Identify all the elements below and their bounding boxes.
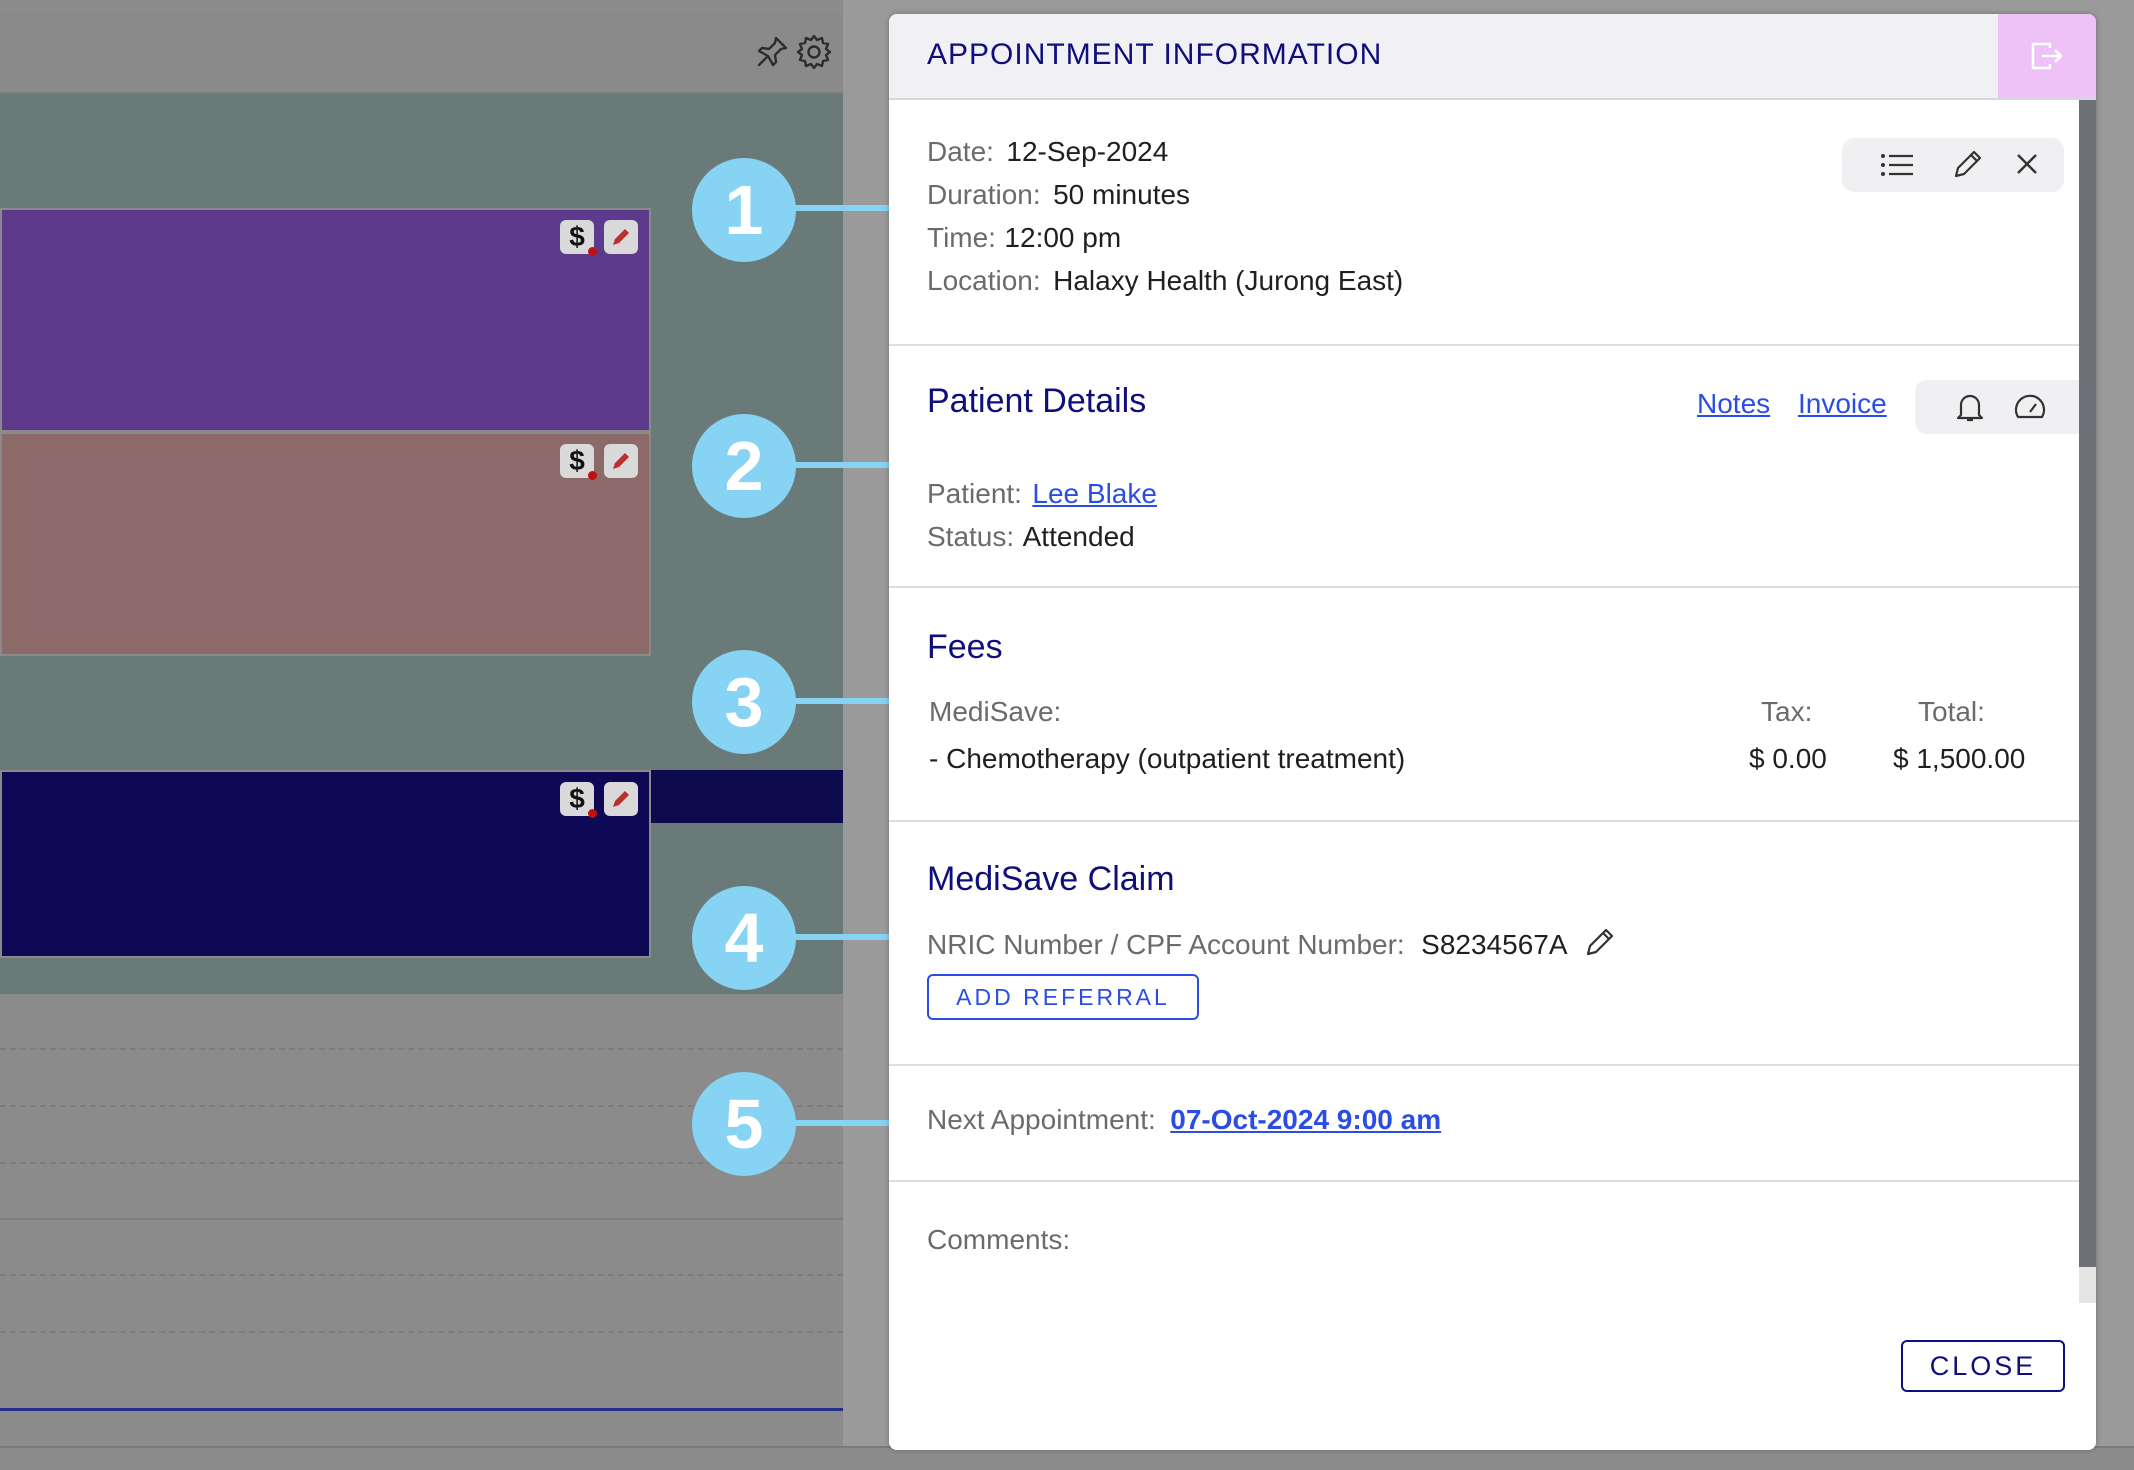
pencil-icon[interactable] [604,782,638,816]
close-icon[interactable] [2014,151,2040,182]
status-label: Status: [927,521,1015,552]
dollar-icon[interactable]: $ [560,220,597,256]
next-appointment-link[interactable]: 07-Oct-2024 9:00 am [1170,1104,1441,1135]
fee-item-name: - Chemotherapy (outpatient treatment) [929,743,1406,774]
patient-details-section: Patient Details Notes Invoice Patient: L… [889,344,2079,588]
fund-label: MediSave: [929,696,1062,727]
notes-link[interactable]: Notes [1697,388,1770,420]
pencil-icon[interactable] [604,220,638,254]
location-value: Halaxy Health (Jurong East) [1053,265,1404,296]
location-label: Location: [927,265,1041,296]
patient-row: Patient: Lee Blake [927,478,1157,510]
date-value: 12-Sep-2024 [1006,136,1169,167]
appointment-details-section: Date: 12-Sep-2024 Duration: 50 minutes T… [889,100,2079,346]
callout-1: 1 [692,158,796,262]
dollar-icon[interactable]: $ [560,444,597,480]
time-value: 12:00 pm [1004,222,1122,253]
total-header: Total: [1918,696,1985,727]
comments-label: Comments: [927,1224,1071,1255]
close-button[interactable]: CLOSE [1901,1340,2065,1392]
gear-icon[interactable] [794,32,834,72]
patient-toolbar [1915,380,2079,434]
callout-connector [795,1120,890,1126]
time-row: Time: 12:00 pm [927,222,1121,254]
dialog-header: APPOINTMENT INFORMATION [889,14,2096,100]
hour-divider [0,1218,843,1220]
invoice-link[interactable]: Invoice [1798,388,1887,420]
scrollbar-thumb[interactable] [2079,100,2096,1275]
callout-connector [795,205,890,211]
next-appointment-row: Next Appointment: 07-Oct-2024 9:00 am [927,1104,1441,1136]
slot-divider [0,1274,843,1276]
patient-name-link[interactable]: Lee Blake [1032,478,1157,509]
status-value: Attended [1022,521,1135,552]
edit-pencil-icon[interactable] [1584,926,1616,963]
time-label: Time: [927,222,996,253]
callout-2: 2 [692,414,796,518]
appointment-toolbar [1842,138,2064,192]
calendar-toolbar [0,14,843,94]
calendar-appointment-block[interactable]: $ [0,208,651,432]
appointment-info-dialog: APPOINTMENT INFORMATION Date: 12-Sep-202… [889,14,2096,1450]
list-icon[interactable] [1880,150,1914,185]
medisave-claim-section: MediSave Claim NRIC Number / CPF Account… [889,820,2079,1066]
add-referral-button[interactable]: ADD REFERRAL [927,974,1199,1020]
slot-divider [0,1048,843,1050]
calendar-appointment-block[interactable]: $ [0,432,651,656]
patient-details-title: Patient Details [927,382,1147,420]
slot-divider [0,1331,843,1333]
pencil-icon[interactable] [604,444,638,478]
pin-icon[interactable] [752,32,792,72]
nric-label: NRIC Number / CPF Account Number: [927,929,1405,960]
location-row: Location: Halaxy Health (Jurong East) [927,265,1403,297]
next-appointment-label: Next Appointment: [927,1104,1156,1135]
exit-button[interactable] [1998,14,2096,98]
gauge-icon[interactable] [2013,393,2047,426]
fee-item-tax: $ 0.00 [1749,743,1827,774]
callout-connector [795,934,890,940]
dollar-icon[interactable]: $ [560,782,597,818]
tax-header: Tax: [1761,696,1813,727]
nric-row: NRIC Number / CPF Account Number: S82345… [927,926,1616,963]
calendar-empty-slots [0,994,843,1414]
duration-value: 50 minutes [1053,179,1191,210]
callout-3: 3 [692,650,796,754]
dialog-title: APPOINTMENT INFORMATION [927,38,1383,71]
callout-connector [795,698,890,704]
callout-5: 5 [692,1072,796,1176]
fees-title: Fees [927,628,1003,666]
duration-row: Duration: 50 minutes [927,179,1190,211]
scrollbar-end [2079,1267,2096,1303]
callout-4: 4 [692,886,796,990]
nric-value: S8234567A [1421,929,1568,960]
bell-icon[interactable] [1955,391,1985,428]
current-time-line [0,1408,843,1411]
fees-section: Fees MediSave: Tax: Total: - Chemotherap… [889,586,2079,822]
date-row: Date: 12-Sep-2024 [927,136,1168,168]
callout-connector [795,462,890,468]
pencil-icon[interactable] [1952,148,1984,185]
status-row: Status: Attended [927,521,1135,553]
duration-label: Duration: [927,179,1041,210]
calendar-appointment-block-selected[interactable]: $ [0,770,651,958]
next-appointment-section: Next Appointment: 07-Oct-2024 9:00 am [889,1064,2079,1182]
patient-label: Patient: [927,478,1022,509]
exit-icon [2031,42,2063,70]
fee-item-total: $ 1,500.00 [1893,743,2026,774]
medisave-claim-title: MediSave Claim [927,860,1175,898]
date-label: Date: [927,136,994,167]
